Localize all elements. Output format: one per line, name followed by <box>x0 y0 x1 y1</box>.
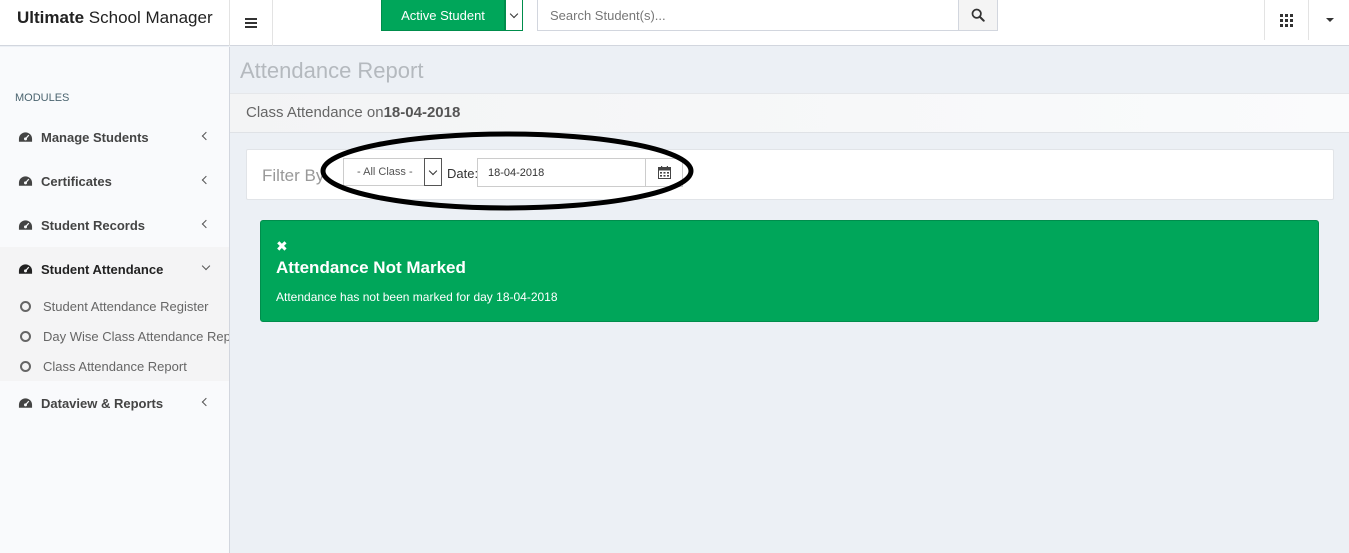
sidebar-item-label: Certificates <box>41 173 112 189</box>
submenu-item-label: Student Attendance Register <box>43 298 209 314</box>
subheader-prefix: Class Attendance on <box>246 104 384 121</box>
sidebar-item-dataview-reports[interactable]: Dataview & Reports <box>0 381 229 425</box>
submenu-item-class-attendance-report[interactable]: Class Attendance Report <box>0 351 229 381</box>
modules-header: MODULES <box>15 92 70 104</box>
close-icon[interactable]: ✖ <box>276 239 288 253</box>
alert-message: Attendance has not been marked for day 1… <box>276 290 558 304</box>
chevron-left-icon <box>201 131 211 141</box>
sidebar-toggle-button[interactable] <box>230 0 273 46</box>
breadcrumb-subheader: Class Attendance on18-04-2018 <box>230 93 1349 133</box>
class-select-caret[interactable] <box>424 158 442 186</box>
circle-icon <box>20 360 31 372</box>
subheader-date: 18-04-2018 <box>383 104 461 121</box>
submenu-item-label: Day Wise Class Attendance Report <box>43 328 229 344</box>
filter-label: Filter By <box>262 166 325 185</box>
calendar-button[interactable] <box>645 158 683 187</box>
alert-title: Attendance Not Marked <box>276 258 466 277</box>
app-logo[interactable]: Ultimate School Manager <box>0 0 230 46</box>
page-title: Attendance Report <box>240 58 424 83</box>
brand-bold: Ultimate <box>17 8 85 27</box>
attendance-alert: ✖ Attendance Not Marked Attendance has n… <box>260 220 1319 322</box>
sidebar-item-manage-students[interactable]: Manage Students <box>0 115 229 159</box>
dashboard-icon <box>18 263 33 274</box>
circle-icon <box>20 330 31 342</box>
top-navbar: Ultimate School Manager Active Student <box>0 0 1349 46</box>
attendance-submenu: Student Attendance Register Day Wise Cla… <box>0 291 229 381</box>
sidebar-item-certificates[interactable]: Certificates <box>0 159 229 203</box>
apps-grid-button[interactable] <box>1264 0 1309 40</box>
user-menu-dropdown[interactable] <box>1310 0 1349 40</box>
class-select-value: - All Class - <box>357 166 413 178</box>
filter-box: Filter By - All Class - Date: <box>246 149 1334 200</box>
date-input[interactable] <box>477 158 646 187</box>
sidebar-item-label: Dataview & Reports <box>41 395 164 411</box>
chevron-down-icon <box>509 9 519 18</box>
search-icon <box>971 8 985 22</box>
chevron-left-icon <box>201 219 211 229</box>
sidebar-item-student-records[interactable]: Student Records <box>0 203 229 247</box>
sidebar-item-student-attendance[interactable]: Student Attendance <box>0 247 229 291</box>
search-button[interactable] <box>958 0 998 31</box>
chevron-down-icon <box>428 166 438 175</box>
chevron-down-icon <box>201 261 211 271</box>
sidebar-item-label: Manage Students <box>41 129 149 145</box>
dashboard-icon <box>18 219 33 230</box>
dashboard-icon <box>18 131 33 142</box>
submenu-item-day-wise-class-attendance-report[interactable]: Day Wise Class Attendance Report <box>0 321 229 351</box>
chevron-left-icon <box>201 175 211 185</box>
dashboard-icon <box>18 175 33 186</box>
hamburger-icon <box>245 18 257 28</box>
date-label: Date: <box>447 166 479 181</box>
submenu-item-student-attendance-register[interactable]: Student Attendance Register <box>0 291 229 321</box>
sidebar-item-label: Student Attendance <box>41 261 164 277</box>
student-search-input[interactable] <box>537 0 959 31</box>
caret-down-icon <box>1325 18 1334 22</box>
active-student-button[interactable]: Active Student <box>381 0 505 31</box>
brand-rest: School Manager <box>84 8 213 27</box>
active-student-dropdown-button[interactable] <box>505 0 523 31</box>
sidebar-item-label: Student Records <box>41 217 146 233</box>
dashboard-icon <box>18 397 33 408</box>
grid-icon <box>1280 13 1293 27</box>
circle-icon <box>20 300 31 312</box>
chevron-left-icon <box>201 397 211 407</box>
sidebar: MODULES Manage Students Certificates Stu… <box>0 47 230 553</box>
submenu-item-label: Class Attendance Report <box>43 358 187 374</box>
calendar-icon <box>657 166 671 179</box>
